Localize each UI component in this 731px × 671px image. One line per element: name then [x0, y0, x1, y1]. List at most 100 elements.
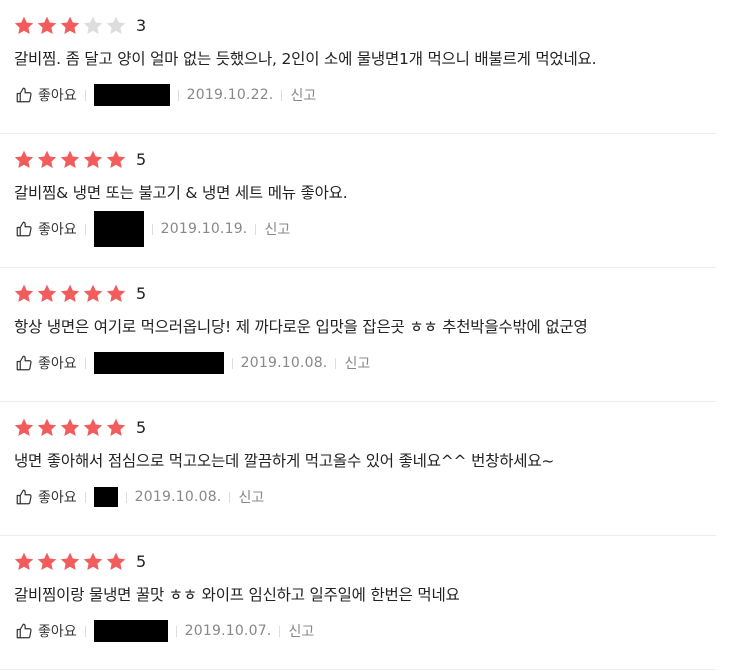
divider	[281, 89, 283, 101]
rating-row: 5	[13, 148, 146, 172]
report-link[interactable]: 신고	[290, 85, 316, 105]
review-item: 5 항상 냉면은 여기로 먹으러옵니당! 제 까다로운 입맛을 잡은곳 ㅎㅎ 추…	[0, 268, 716, 402]
star-filled-icon	[60, 418, 80, 437]
rating-row: 5	[13, 282, 146, 306]
review-item: 5 갈비찜이랑 물냉면 꿀맛 ㅎㅎ 와이프 임신하고 일주일에 한번은 먹네요 …	[0, 536, 716, 670]
thumbs-up-icon	[16, 623, 32, 639]
divider	[84, 625, 86, 637]
review-meta: 좋아요 2019.10.08. 신고	[15, 484, 264, 510]
star-filled-icon	[60, 150, 80, 169]
star-filled-icon	[83, 418, 103, 437]
review-text: 냉면 좋아해서 점심으로 먹고오는데 깔끔하게 먹고올수 있어 좋네요^^ 번창…	[14, 452, 555, 470]
star-filled-icon	[37, 284, 57, 303]
like-button[interactable]: 좋아요	[15, 353, 77, 373]
rating-row: 5	[13, 416, 146, 440]
review-meta: 좋아요 2019.10.22. 신고	[15, 82, 316, 108]
star-filled-icon	[83, 150, 103, 169]
author-name-redacted	[93, 211, 144, 247]
like-label: 좋아요	[38, 222, 77, 238]
divider	[125, 491, 127, 503]
thumbs-up-icon	[16, 221, 32, 237]
star-filled-icon	[60, 16, 80, 35]
report-link[interactable]: 신고	[288, 621, 314, 641]
like-label: 좋아요	[38, 356, 77, 372]
divider	[84, 89, 86, 101]
review-date: 2019.10.08.	[134, 489, 222, 505]
star-rating	[13, 15, 127, 37]
rating-score: 5	[136, 150, 147, 169]
report-link[interactable]: 신고	[344, 353, 370, 373]
rating-score: 3	[136, 16, 147, 35]
star-filled-icon	[106, 284, 126, 303]
star-empty-icon	[106, 16, 126, 35]
star-filled-icon	[60, 284, 80, 303]
author-name-redacted	[93, 84, 170, 106]
review-text: 갈비찜& 냉면 또는 불고기 & 냉면 세트 메뉴 좋아요.	[14, 184, 348, 202]
report-link[interactable]: 신고	[238, 487, 264, 507]
star-filled-icon	[106, 418, 126, 437]
star-filled-icon	[106, 552, 126, 571]
divider	[229, 491, 231, 503]
divider	[255, 223, 257, 235]
review-item: 5 갈비찜& 냉면 또는 불고기 & 냉면 세트 메뉴 좋아요. 좋아요 201…	[0, 134, 716, 268]
thumbs-up-icon	[16, 489, 32, 505]
divider	[335, 357, 337, 369]
like-button[interactable]: 좋아요	[15, 85, 77, 105]
author-name-redacted	[93, 487, 118, 507]
star-empty-icon	[83, 16, 103, 35]
review-date: 2019.10.07.	[184, 623, 272, 639]
divider	[231, 357, 233, 369]
rating-row: 5	[13, 550, 146, 574]
review-text: 항상 냉면은 여기로 먹으러옵니당! 제 까다로운 입맛을 잡은곳 ㅎㅎ 추천박…	[14, 318, 588, 336]
star-filled-icon	[37, 552, 57, 571]
thumbs-up-icon	[16, 355, 32, 371]
rating-score: 5	[136, 552, 147, 571]
star-filled-icon	[37, 418, 57, 437]
author-name-redacted	[93, 352, 224, 374]
star-filled-icon	[83, 284, 103, 303]
like-label: 좋아요	[38, 490, 77, 506]
review-meta: 좋아요 2019.10.08. 신고	[15, 350, 370, 376]
rating-score: 5	[136, 418, 147, 437]
review-text: 갈비찜. 좀 달고 양이 얼마 없는 듯했으나, 2인이 소에 물냉면1개 먹으…	[14, 50, 597, 68]
review-date: 2019.10.22.	[186, 87, 274, 103]
star-rating	[13, 551, 127, 573]
thumbs-up-icon	[16, 87, 32, 103]
divider	[177, 89, 179, 101]
divider	[279, 625, 281, 637]
divider	[84, 491, 86, 503]
star-filled-icon	[83, 552, 103, 571]
divider	[175, 625, 177, 637]
like-button[interactable]: 좋아요	[15, 487, 77, 507]
rating-score: 5	[136, 284, 147, 303]
review-date: 2019.10.19.	[160, 221, 248, 237]
like-button[interactable]: 좋아요	[15, 219, 77, 239]
review-meta: 좋아요 2019.10.19. 신고	[15, 211, 290, 247]
review-date: 2019.10.08.	[240, 355, 328, 371]
review-item: 3 갈비찜. 좀 달고 양이 얼마 없는 듯했으나, 2인이 소에 물냉면1개 …	[0, 0, 716, 134]
like-label: 좋아요	[38, 624, 77, 640]
review-text: 갈비찜이랑 물냉면 꿀맛 ㅎㅎ 와이프 임신하고 일주일에 한번은 먹네요	[14, 586, 460, 604]
divider	[84, 357, 86, 369]
star-filled-icon	[14, 150, 34, 169]
author-name-redacted	[93, 620, 168, 642]
report-link[interactable]: 신고	[264, 219, 290, 239]
star-filled-icon	[14, 552, 34, 571]
like-button[interactable]: 좋아요	[15, 621, 77, 641]
star-filled-icon	[60, 552, 80, 571]
review-meta: 좋아요 2019.10.07. 신고	[15, 618, 314, 644]
review-item: 5 냉면 좋아해서 점심으로 먹고오는데 깔끔하게 먹고올수 있어 좋네요^^ …	[0, 402, 716, 536]
star-filled-icon	[14, 418, 34, 437]
star-rating	[13, 149, 127, 171]
rating-row: 3	[13, 14, 146, 38]
star-rating	[13, 417, 127, 439]
divider	[84, 223, 86, 235]
divider	[151, 223, 153, 235]
star-filled-icon	[106, 150, 126, 169]
star-rating	[13, 283, 127, 305]
star-filled-icon	[37, 150, 57, 169]
star-filled-icon	[14, 16, 34, 35]
star-filled-icon	[37, 16, 57, 35]
like-label: 좋아요	[38, 88, 77, 104]
review-list: 3 갈비찜. 좀 달고 양이 얼마 없는 듯했으나, 2인이 소에 물냉면1개 …	[0, 0, 716, 670]
